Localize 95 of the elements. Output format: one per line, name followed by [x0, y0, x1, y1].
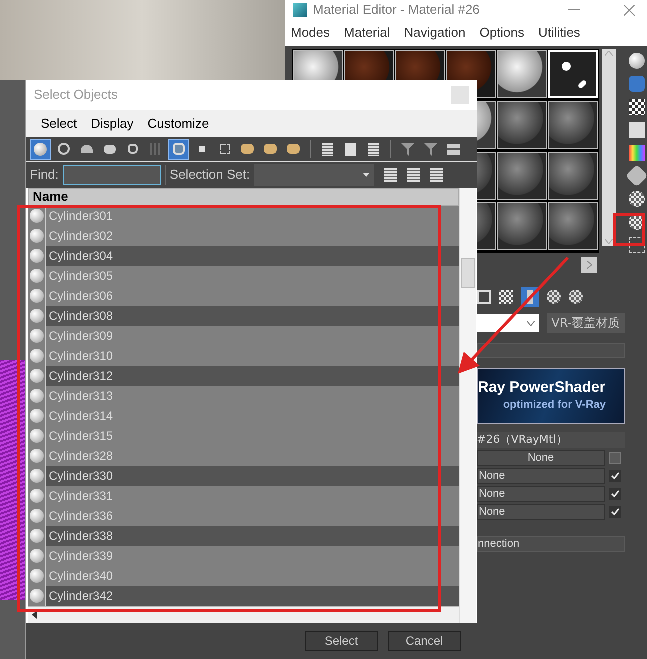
object-row[interactable]: Cylinder310 [28, 346, 459, 366]
object-row[interactable]: Cylinder302 [28, 226, 459, 246]
object-name: Cylinder301 [48, 208, 114, 225]
find-label: Find: [30, 166, 59, 184]
object-row[interactable]: Cylinder331 [28, 486, 459, 506]
object-row[interactable]: Cylinder301 [28, 206, 459, 226]
object-row[interactable]: Cylinder314 [28, 406, 459, 426]
object-row[interactable]: Cylinder312 [28, 366, 459, 386]
material-slot[interactable] [548, 100, 598, 149]
banner-title: Ray PowerShader [478, 378, 607, 397]
annotation-frame [613, 213, 645, 246]
object-row[interactable]: Cylinder304 [28, 246, 459, 266]
column-header[interactable]: Name [28, 188, 459, 206]
menu-item[interactable]: Select [34, 114, 84, 134]
material-name-field: #26（VRayMtl） [477, 432, 625, 448]
connection-field: nnection [477, 536, 625, 552]
object-row[interactable]: Cylinder313 [28, 386, 459, 406]
object-row[interactable]: Cylinder315 [28, 426, 459, 446]
dialog-button[interactable]: Select [305, 631, 378, 651]
group-icon[interactable] [168, 138, 189, 160]
object-name: Cylinder305 [48, 268, 114, 285]
material-slot[interactable] [497, 50, 547, 98]
object-name: Cylinder304 [48, 248, 114, 265]
document-cursor-icon[interactable] [430, 168, 444, 182]
selection-set-label: Selection Set: [170, 166, 250, 184]
object-row[interactable]: Cylinder342 [28, 586, 459, 606]
object-row[interactable]: Cylinder328 [28, 446, 459, 466]
menu-item[interactable]: Material [344, 23, 390, 43]
object-name: Cylinder340 [48, 568, 114, 585]
menu-item[interactable]: Utilities [538, 23, 580, 43]
object-name: Cylinder313 [48, 388, 114, 405]
vertical-scrollbar[interactable] [459, 188, 476, 623]
object-row[interactable]: Cylinder305 [28, 266, 459, 286]
material-slot[interactable] [548, 152, 598, 200]
close-icon[interactable] [624, 4, 635, 16]
app-icon [293, 3, 307, 17]
material-dropdown[interactable] [477, 314, 539, 332]
object-name: Cylinder331 [48, 488, 114, 505]
material-slot[interactable] [497, 202, 547, 250]
object-name: Cylinder336 [48, 508, 114, 525]
object-row[interactable]: Cylinder339 [28, 546, 459, 566]
toolbar-icon[interactable] [629, 53, 645, 69]
object-name: Cylinder330 [48, 468, 114, 485]
document-cursor-icon[interactable] [384, 168, 398, 182]
object-name: Cylinder328 [48, 448, 114, 465]
object-name: Cylinder342 [48, 588, 114, 605]
minimize-icon[interactable] [568, 9, 580, 11]
toolbar-icon[interactable] [629, 237, 645, 253]
object-row[interactable]: Cylinder306 [28, 286, 459, 306]
material-slot[interactable] [497, 100, 547, 149]
object-name: Cylinder312 [48, 368, 114, 385]
menu-item[interactable]: Modes [291, 23, 330, 43]
material-type-button[interactable]: VR-覆盖材质 [546, 313, 625, 333]
object-row[interactable]: Cylinder340 [28, 566, 459, 586]
menu-item[interactable]: Display [84, 114, 141, 134]
dialog-button[interactable]: Cancel [388, 631, 461, 651]
dropdown-arrow-icon [363, 173, 370, 177]
document-cursor-icon[interactable] [407, 168, 420, 182]
banner-subtitle: optimized for V-Ray [503, 398, 607, 413]
object-row[interactable]: Cylinder330 [28, 466, 459, 486]
object-name: Cylinder308 [48, 308, 114, 325]
find-field[interactable] [62, 165, 161, 185]
checkbox[interactable] [609, 488, 621, 500]
material-slot[interactable] [548, 202, 598, 250]
chevron-down-icon [526, 320, 535, 326]
menu-item[interactable]: Customize [140, 114, 216, 134]
toolbar-icon[interactable] [629, 99, 645, 115]
dialog-title: Select Objects [34, 86, 118, 104]
checkbox[interactable] [609, 470, 621, 482]
checkbox[interactable] [609, 452, 621, 464]
object-row[interactable]: Cylinder336 [28, 506, 459, 526]
object-name: Cylinder315 [48, 428, 114, 445]
object-row[interactable]: Cylinder338 [28, 526, 459, 546]
map-slot-button[interactable]: None [477, 468, 605, 484]
object-name: Cylinder310 [48, 348, 114, 365]
object-name: Cylinder314 [48, 408, 114, 425]
menu-item[interactable]: Options [480, 23, 525, 43]
menu-item[interactable]: Navigation [404, 23, 466, 43]
object-row[interactable]: Cylinder309 [28, 326, 459, 346]
object-name: Cylinder338 [48, 528, 114, 545]
checker-icon[interactable] [499, 290, 513, 304]
window-title: Material Editor - Material #26 [313, 1, 481, 20]
object-name: Cylinder339 [48, 548, 114, 565]
map-slot-button[interactable]: None [477, 486, 605, 502]
toolbar-icon[interactable] [629, 191, 645, 207]
object-row[interactable]: Cylinder308 [28, 306, 459, 326]
scroll-left-icon[interactable] [32, 611, 37, 619]
object-name: Cylinder309 [48, 328, 114, 345]
chevron-right-icon [586, 261, 592, 269]
map-slot-button[interactable]: None [477, 450, 605, 466]
object-name: Cylinder306 [48, 288, 114, 305]
object-name: Cylinder302 [48, 228, 114, 245]
material-slot[interactable] [497, 152, 547, 200]
checkbox[interactable] [609, 506, 621, 518]
map-slot-button[interactable]: None [477, 504, 605, 520]
